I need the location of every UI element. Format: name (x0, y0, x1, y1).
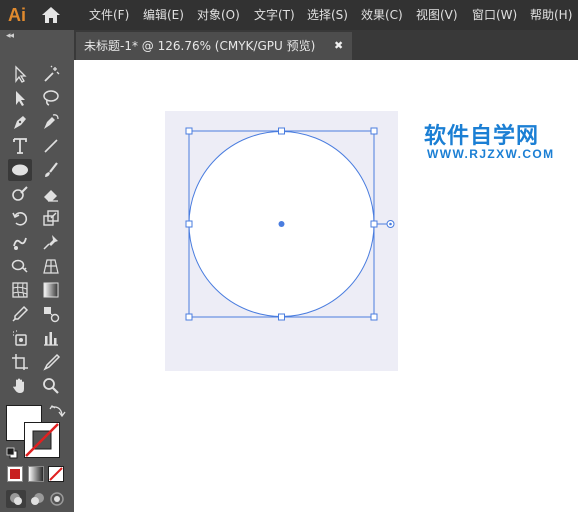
menu-view[interactable]: 视图(V) (416, 0, 458, 30)
menu-bar: Ai 文件(F) 编辑(E) 对象(O) 文字(T) 选择(S) 效果(C) 视… (0, 0, 578, 30)
mesh-tool-icon[interactable] (8, 279, 32, 301)
rotate-tool-icon[interactable] (8, 207, 32, 229)
eyedropper-tool-icon[interactable] (8, 303, 32, 325)
puppet-warp-tool-icon[interactable] (39, 231, 63, 253)
selection-tool-icon[interactable] (8, 63, 32, 85)
watermark-title: 软件自学网 (424, 124, 540, 149)
document-tab-title: 未标题-1* @ 126.76% (CMYK/GPU 预览) (84, 39, 316, 53)
draw-behind-icon[interactable] (28, 490, 46, 508)
scale-tool-icon[interactable] (39, 207, 63, 229)
default-colors-icon[interactable] (6, 444, 18, 459)
home-icon[interactable] (41, 6, 61, 24)
tools-panel: ◂◂ (0, 30, 74, 512)
hand-tool-icon[interactable] (8, 375, 32, 397)
artboard[interactable] (165, 111, 398, 371)
column-graph-tool-icon[interactable] (39, 327, 63, 349)
direct-selection-tool-icon[interactable] (8, 87, 32, 109)
draw-inside-icon[interactable] (48, 490, 66, 508)
swap-fill-stroke-icon[interactable] (49, 403, 67, 419)
menu-file[interactable]: 文件(F) (89, 0, 129, 30)
line-segment-tool-icon[interactable] (39, 135, 63, 157)
eraser-tool-icon[interactable] (39, 183, 63, 205)
app-logo: Ai (8, 5, 26, 25)
document-tab[interactable]: 未标题-1* @ 126.76% (CMYK/GPU 预览) ✖ (76, 32, 352, 60)
menu-edit[interactable]: 编辑(E) (143, 0, 184, 30)
watermark-url: WWW.RJZXW.COM (427, 147, 555, 161)
menu-object[interactable]: 对象(O) (197, 0, 240, 30)
collapse-panel-icon[interactable]: ◂◂ (6, 30, 14, 42)
color-mode-icon[interactable] (7, 466, 23, 482)
shaper-tool-icon[interactable] (8, 183, 32, 205)
zoom-tool-icon[interactable] (39, 375, 63, 397)
gradient-mode-icon[interactable] (28, 466, 44, 482)
ellipse-tool-icon[interactable] (8, 159, 32, 181)
artboard-tool-icon[interactable] (8, 351, 32, 373)
magic-wand-tool-icon[interactable] (39, 63, 63, 85)
gradient-tool-icon[interactable] (39, 279, 63, 301)
perspective-grid-tool-icon[interactable] (39, 255, 63, 277)
blend-tool-icon[interactable] (39, 303, 63, 325)
lasso-tool-icon[interactable] (39, 87, 63, 109)
shape-builder-tool-icon[interactable] (8, 255, 32, 277)
curvature-tool-icon[interactable] (39, 111, 63, 133)
stroke-swatch[interactable] (24, 422, 60, 458)
menu-effect[interactable]: 效果(C) (361, 0, 403, 30)
pen-tool-icon[interactable] (8, 111, 32, 133)
none-mode-icon[interactable] (48, 466, 64, 482)
menu-type[interactable]: 文字(T) (254, 0, 295, 30)
menu-select[interactable]: 选择(S) (307, 0, 348, 30)
warp-tool-icon[interactable] (8, 231, 32, 253)
slice-tool-icon[interactable] (39, 351, 63, 373)
draw-normal-icon[interactable] (6, 490, 26, 508)
menu-window[interactable]: 窗口(W) (472, 0, 517, 30)
menu-help[interactable]: 帮助(H) (530, 0, 572, 30)
symbol-sprayer-tool-icon[interactable] (8, 327, 32, 349)
close-tab-icon[interactable]: ✖ (334, 32, 343, 60)
type-tool-icon[interactable] (8, 135, 32, 157)
paintbrush-tool-icon[interactable] (39, 159, 63, 181)
document-tab-bar: 未标题-1* @ 126.76% (CMYK/GPU 预览) ✖ (74, 30, 578, 60)
